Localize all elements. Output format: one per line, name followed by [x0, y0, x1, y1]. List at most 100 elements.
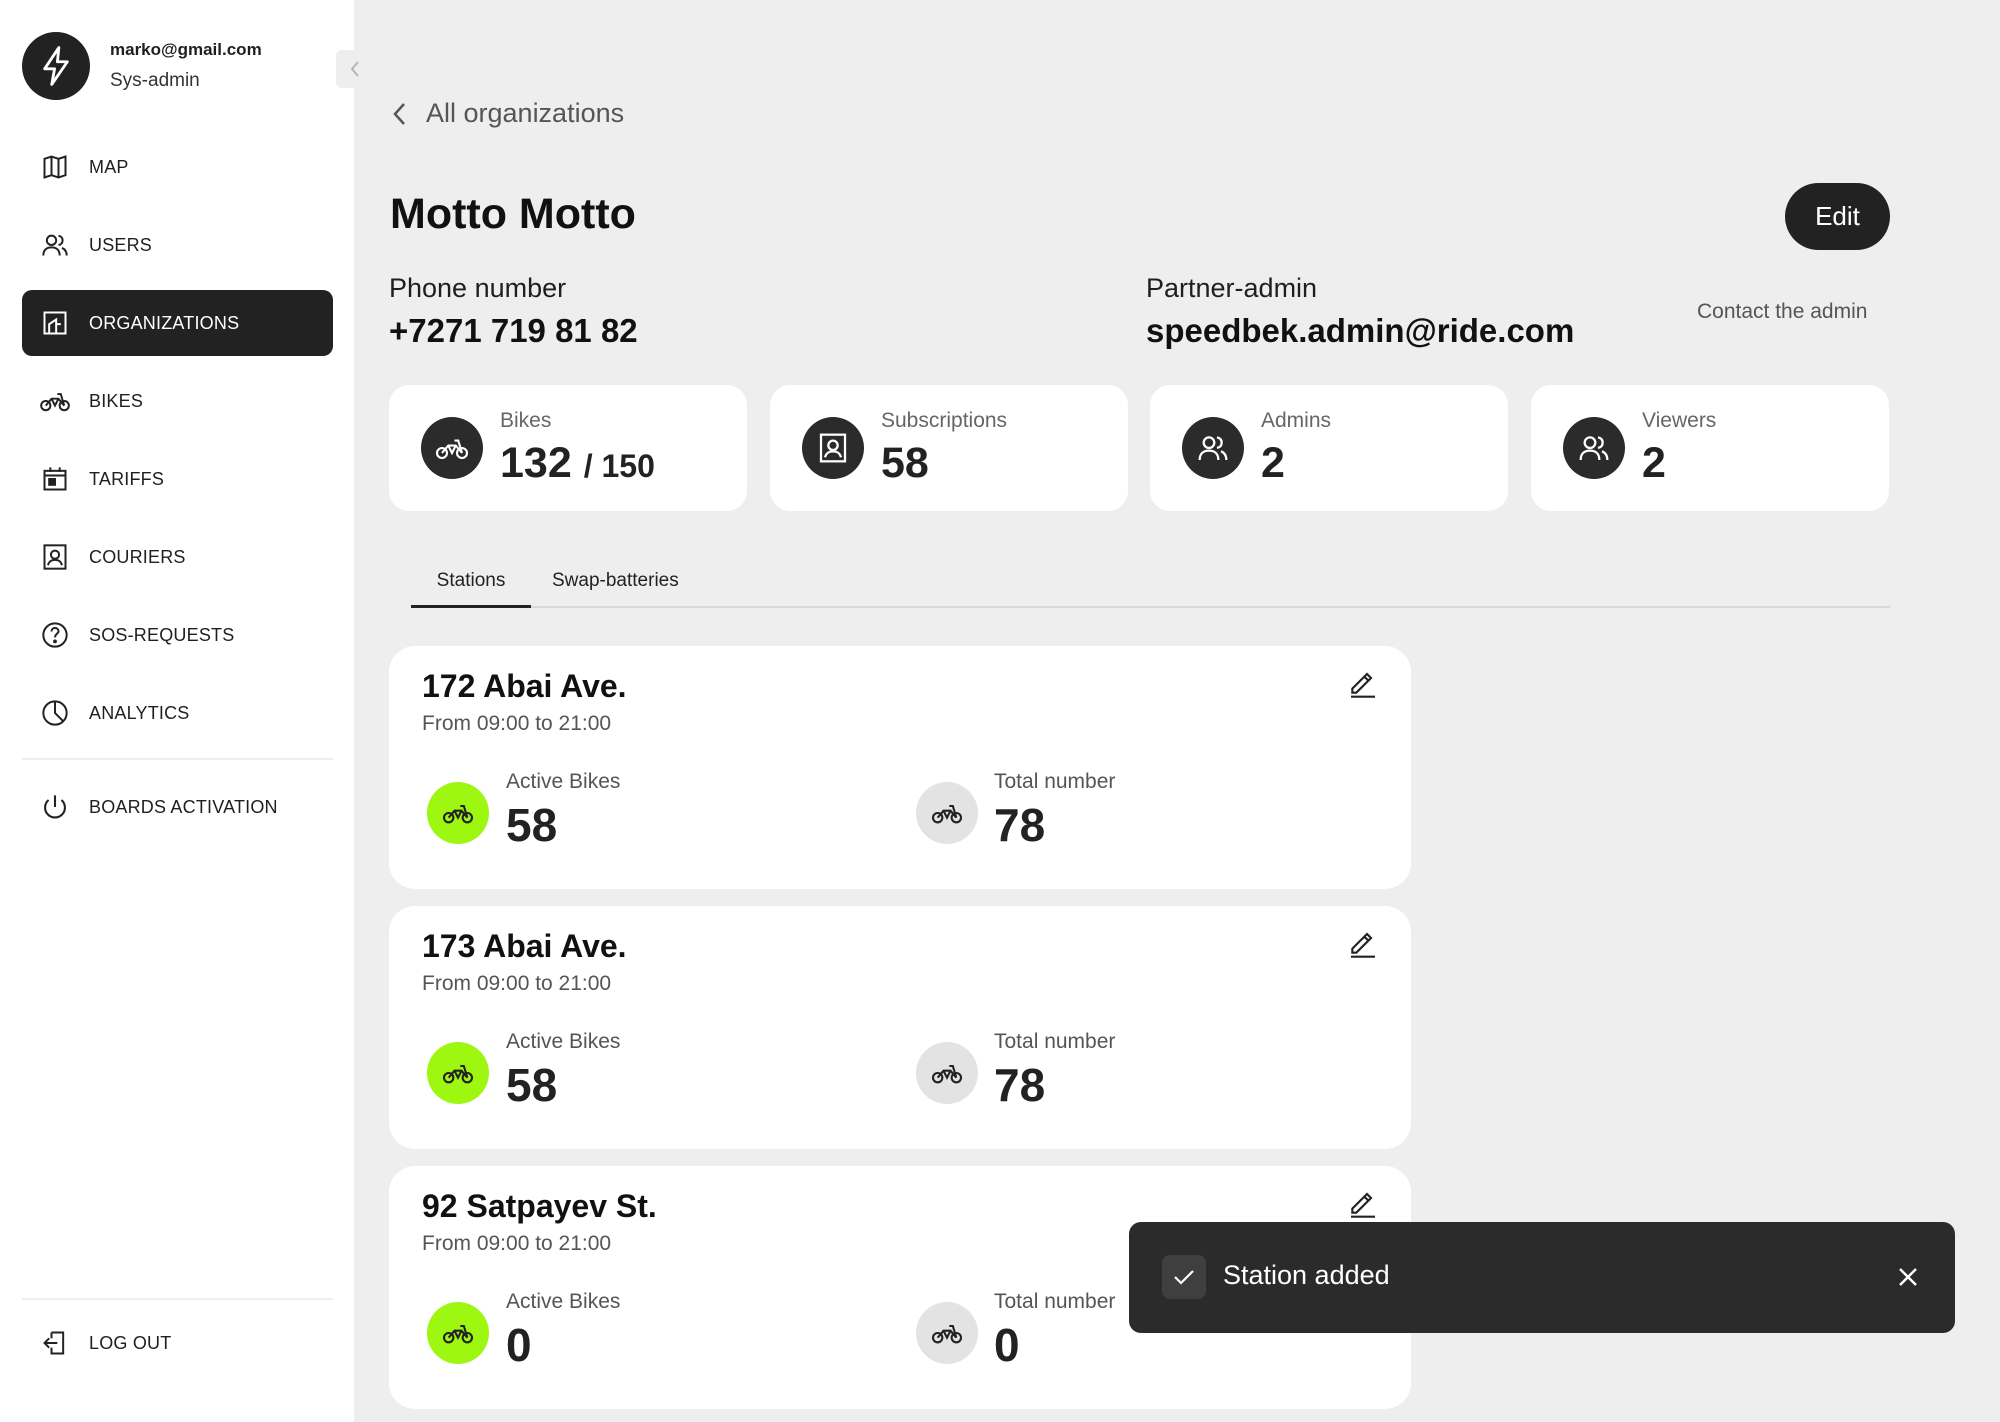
sidebar-item-label: ORGANIZATIONS [89, 312, 240, 333]
stat-label: Viewers [1642, 409, 1717, 432]
collapse-sidebar-button[interactable] [336, 50, 374, 88]
bike-icon [916, 1042, 978, 1104]
edit-pencil-icon[interactable] [1347, 926, 1383, 962]
chevron-left-icon [350, 61, 359, 77]
sidebar-item-label: BIKES [89, 390, 144, 411]
active-bikes-label: Active Bikes [506, 770, 621, 793]
stat-value: 58 [881, 439, 929, 487]
edit-pencil-icon[interactable] [1347, 666, 1383, 702]
total-number-value: 0 [994, 1319, 1020, 1371]
active-bikes-label: Active Bikes [506, 1290, 621, 1313]
station-hours: From 09:00 to 21:00 [422, 972, 612, 995]
sidebar-item-users[interactable]: USERS [22, 212, 333, 278]
total-number-label: Total number [994, 1290, 1116, 1313]
users-icon [1563, 417, 1625, 479]
station-hours: From 09:00 to 21:00 [422, 712, 612, 735]
logout-button[interactable]: LOG OUT [22, 1310, 333, 1376]
bike-icon [40, 386, 70, 416]
back-link-label: All organizations [426, 98, 625, 128]
sidebar-item-organizations[interactable]: ORGANIZATIONS [22, 290, 333, 356]
calendar-icon [40, 464, 70, 494]
contact-admin-link[interactable]: Contact the admin [1697, 300, 1867, 324]
nav-divider [22, 758, 333, 760]
toast-notification: Station added [1129, 1222, 1955, 1333]
user-email: marko@gmail.com [110, 40, 262, 59]
bike-icon [427, 1302, 489, 1364]
close-icon[interactable] [1889, 1258, 1927, 1296]
sidebar-item-label: COURIERS [89, 546, 186, 567]
bikes-count: 132 [500, 439, 572, 487]
sidebar-item-tariffs[interactable]: TARIFFS [22, 446, 333, 512]
stat-value: 132 / 150 [500, 439, 655, 488]
courier-badge-icon [802, 417, 864, 479]
phone-value: +7271 719 81 82 [389, 312, 638, 349]
chevron-left-icon [393, 102, 405, 125]
total-number-label: Total number [994, 770, 1116, 793]
sidebar-item-label: BOARDS ACTIVATION [89, 796, 278, 817]
check-icon [1162, 1255, 1206, 1299]
edit-pencil-icon[interactable] [1347, 1186, 1383, 1222]
sidebar-item-label: MAP [89, 156, 129, 177]
stat-label: Subscriptions [881, 409, 1008, 432]
total-number-label: Total number [994, 1030, 1116, 1053]
stat-value: 2 [1261, 439, 1285, 487]
pie-chart-icon [40, 698, 70, 728]
tab-bar: Stations Swap-batteries [411, 552, 1890, 608]
sidebar-item-analytics[interactable]: ANALYTICS [22, 680, 333, 746]
user-role: Sys-admin [110, 70, 200, 91]
tab-swap-batteries[interactable]: Swap-batteries [552, 570, 679, 608]
total-number-value: 78 [994, 799, 1046, 851]
logout-label: LOG OUT [89, 1332, 172, 1353]
stat-label: Admins [1261, 409, 1332, 432]
sidebar-item-map[interactable]: MAP [22, 134, 333, 200]
sidebar-item-label: SOS-REQUESTS [89, 624, 235, 645]
station-card[interactable]: 173 Abai Ave. From 09:00 to 21:00 Active… [389, 906, 1411, 1149]
bike-icon [427, 782, 489, 844]
stat-card-viewers: Viewers 2 [1531, 385, 1889, 511]
edit-button[interactable]: Edit [1785, 183, 1890, 250]
back-link[interactable]: All organizations [392, 98, 624, 129]
help-circle-icon [40, 620, 70, 650]
organizations-icon [40, 308, 70, 338]
active-bikes-label: Active Bikes [506, 1030, 621, 1053]
lightning-icon [43, 46, 69, 86]
sidebar-nav: MAP USERS ORGANIZATIONS BIKES TARIFFS CO… [22, 134, 333, 852]
page-title: Motto Motto [390, 190, 636, 238]
stat-card-subscriptions: Subscriptions 58 [770, 385, 1128, 511]
bike-icon [916, 782, 978, 844]
station-card[interactable]: 172 Abai Ave. From 09:00 to 21:00 Active… [389, 646, 1411, 889]
station-name: 172 Abai Ave. [422, 668, 627, 704]
station-name: 92 Satpayev St. [422, 1188, 657, 1224]
sidebar-item-couriers[interactable]: COURIERS [22, 524, 333, 590]
active-bikes-value: 58 [506, 1059, 558, 1111]
bike-icon [427, 1042, 489, 1104]
sidebar-item-label: USERS [89, 234, 153, 255]
tab-stations[interactable]: Stations [411, 570, 531, 608]
stat-value: 2 [1642, 439, 1666, 487]
sidebar: marko@gmail.com Sys-admin MAP USERS ORGA… [0, 0, 374, 1422]
sidebar-item-sos-requests[interactable]: SOS-REQUESTS [22, 602, 333, 668]
bike-icon [421, 417, 483, 479]
stat-card-admins: Admins 2 [1150, 385, 1508, 511]
map-icon [40, 152, 70, 182]
bike-icon [916, 1302, 978, 1364]
logout-icon [40, 1328, 70, 1358]
partner-admin-email: speedbek.admin@ride.com [1146, 312, 1575, 349]
sidebar-item-label: ANALYTICS [89, 702, 190, 723]
bikes-total: / 150 [583, 448, 655, 484]
users-icon [40, 230, 70, 260]
sidebar-item-bikes[interactable]: BIKES [22, 368, 333, 434]
sidebar-item-label: TARIFFS [89, 468, 165, 489]
nav-divider [22, 1298, 333, 1300]
sidebar-item-boards-activation[interactable]: BOARDS ACTIVATION [22, 774, 333, 840]
phone-label: Phone number [389, 273, 567, 303]
active-bikes-value: 0 [506, 1319, 532, 1371]
stat-card-bikes: Bikes 132 / 150 [389, 385, 747, 511]
toast-message: Station added [1223, 1260, 1390, 1290]
avatar[interactable] [22, 32, 90, 100]
station-name: 173 Abai Ave. [422, 928, 627, 964]
courier-badge-icon [40, 542, 70, 572]
stat-label: Bikes [500, 409, 552, 432]
users-icon [1182, 417, 1244, 479]
power-icon [40, 792, 70, 822]
